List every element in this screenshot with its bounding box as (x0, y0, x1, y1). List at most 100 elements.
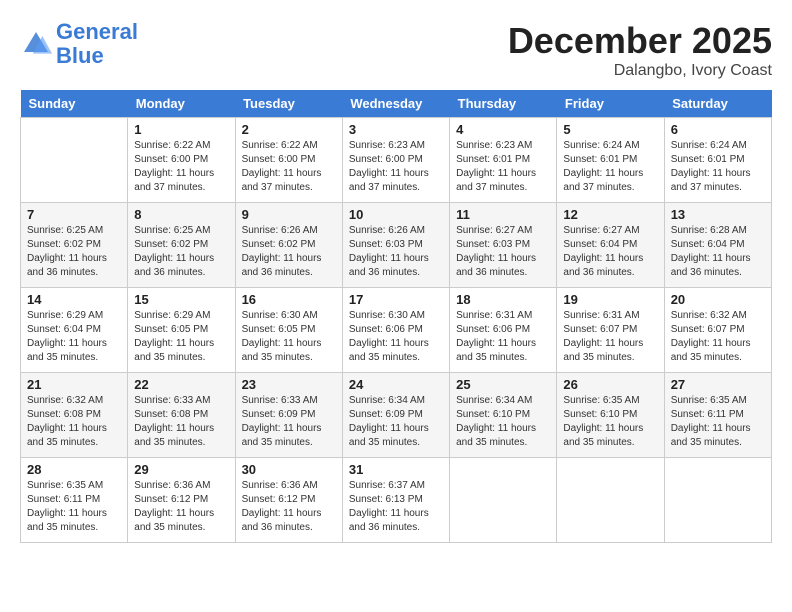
day-number: 6 (671, 122, 765, 137)
day-cell: 26 Sunrise: 6:35 AMSunset: 6:10 PMDayligh… (557, 373, 664, 458)
day-info: Sunrise: 6:34 AMSunset: 6:10 PMDaylight:… (456, 394, 550, 450)
day-info: Sunrise: 6:26 AMSunset: 6:03 PMDaylight:… (349, 224, 443, 280)
day-number: 28 (27, 462, 121, 477)
day-info: Sunrise: 6:28 AMSunset: 6:04 PMDaylight:… (671, 224, 765, 280)
weekday-header-thursday: Thursday (450, 90, 557, 118)
day-cell (664, 458, 771, 543)
day-number: 9 (242, 207, 336, 222)
day-cell: 5 Sunrise: 6:24 AMSunset: 6:01 PMDaylight… (557, 118, 664, 203)
day-number: 29 (134, 462, 228, 477)
day-number: 4 (456, 122, 550, 137)
day-info: Sunrise: 6:24 AMSunset: 6:01 PMDaylight:… (563, 139, 657, 195)
day-cell (21, 118, 128, 203)
day-cell: 29 Sunrise: 6:36 AMSunset: 6:12 PMDayligh… (128, 458, 235, 543)
day-cell: 1 Sunrise: 6:22 AMSunset: 6:00 PMDaylight… (128, 118, 235, 203)
day-number: 20 (671, 292, 765, 307)
day-cell: 6 Sunrise: 6:24 AMSunset: 6:01 PMDaylight… (664, 118, 771, 203)
day-info: Sunrise: 6:23 AMSunset: 6:00 PMDaylight:… (349, 139, 443, 195)
day-cell: 22 Sunrise: 6:33 AMSunset: 6:08 PMDayligh… (128, 373, 235, 458)
day-number: 27 (671, 377, 765, 392)
day-number: 26 (563, 377, 657, 392)
day-number: 21 (27, 377, 121, 392)
day-info: Sunrise: 6:31 AMSunset: 6:07 PMDaylight:… (563, 309, 657, 365)
day-cell: 24 Sunrise: 6:34 AMSunset: 6:09 PMDayligh… (342, 373, 449, 458)
day-number: 19 (563, 292, 657, 307)
day-cell: 23 Sunrise: 6:33 AMSunset: 6:09 PMDayligh… (235, 373, 342, 458)
day-info: Sunrise: 6:35 AMSunset: 6:10 PMDaylight:… (563, 394, 657, 450)
day-number: 30 (242, 462, 336, 477)
day-number: 8 (134, 207, 228, 222)
day-cell (557, 458, 664, 543)
weekday-header-sunday: Sunday (21, 90, 128, 118)
day-cell: 2Sunrise: 6:22 AMSunset: 6:00 PMDaylight… (235, 118, 342, 203)
day-number: 10 (349, 207, 443, 222)
day-info: Sunrise: 6:22 AMSunset: 6:00 PMDaylight:… (242, 139, 336, 195)
page-header: General Blue December 2025 Dalangbo, Ivo… (20, 20, 772, 80)
day-number: 1 (134, 122, 228, 137)
day-info: Sunrise: 6:33 AMSunset: 6:08 PMDaylight:… (134, 394, 228, 450)
weekday-header-monday: Monday (128, 90, 235, 118)
day-number: 11 (456, 207, 550, 222)
day-number: 16 (242, 292, 336, 307)
day-cell: 8 Sunrise: 6:25 AMSunset: 6:02 PMDaylight… (128, 203, 235, 288)
day-cell: 3 Sunrise: 6:23 AMSunset: 6:00 PMDaylight… (342, 118, 449, 203)
weekday-header-tuesday: Tuesday (235, 90, 342, 118)
day-number: 12 (563, 207, 657, 222)
week-row-3: 14Sunrise: 6:29 AMSunset: 6:04 PMDayligh… (21, 288, 772, 373)
day-info: Sunrise: 6:24 AMSunset: 6:01 PMDaylight:… (671, 139, 765, 195)
day-cell: 19 Sunrise: 6:31 AMSunset: 6:07 PMDayligh… (557, 288, 664, 373)
day-number: 23 (242, 377, 336, 392)
day-cell: 25 Sunrise: 6:34 AMSunset: 6:10 PMDayligh… (450, 373, 557, 458)
day-cell: 12Sunrise: 6:27 AMSunset: 6:04 PMDayligh… (557, 203, 664, 288)
day-cell (450, 458, 557, 543)
day-number: 15 (134, 292, 228, 307)
location-subtitle: Dalangbo, Ivory Coast (508, 62, 772, 80)
week-row-4: 21 Sunrise: 6:32 AMSunset: 6:08 PMDayligh… (21, 373, 772, 458)
day-number: 25 (456, 377, 550, 392)
day-info: Sunrise: 6:26 AMSunset: 6:02 PMDaylight:… (242, 224, 336, 280)
weekday-header-row: SundayMondayTuesdayWednesdayThursdayFrid… (21, 90, 772, 118)
day-cell: 30 Sunrise: 6:36 AMSunset: 6:12 PMDayligh… (235, 458, 342, 543)
day-cell: 21 Sunrise: 6:32 AMSunset: 6:08 PMDayligh… (21, 373, 128, 458)
day-number: 7 (27, 207, 121, 222)
day-number: 24 (349, 377, 443, 392)
logo: General Blue (20, 20, 138, 68)
day-cell: 9 Sunrise: 6:26 AMSunset: 6:02 PMDaylight… (235, 203, 342, 288)
day-info: Sunrise: 6:30 AMSunset: 6:05 PMDaylight:… (242, 309, 336, 365)
day-number: 5 (563, 122, 657, 137)
day-info: Sunrise: 6:35 AMSunset: 6:11 PMDaylight:… (27, 479, 121, 535)
day-cell: 16 Sunrise: 6:30 AMSunset: 6:05 PMDayligh… (235, 288, 342, 373)
day-number: 31 (349, 462, 443, 477)
weekday-header-saturday: Saturday (664, 90, 771, 118)
day-info: Sunrise: 6:35 AMSunset: 6:11 PMDaylight:… (671, 394, 765, 450)
week-row-1: 1 Sunrise: 6:22 AMSunset: 6:00 PMDaylight… (21, 118, 772, 203)
day-cell: 14Sunrise: 6:29 AMSunset: 6:04 PMDayligh… (21, 288, 128, 373)
logo-text: General Blue (56, 20, 138, 68)
day-info: Sunrise: 6:33 AMSunset: 6:09 PMDaylight:… (242, 394, 336, 450)
day-info: Sunrise: 6:29 AMSunset: 6:05 PMDaylight:… (134, 309, 228, 365)
day-info: Sunrise: 6:36 AMSunset: 6:12 PMDaylight:… (134, 479, 228, 535)
day-info: Sunrise: 6:25 AMSunset: 6:02 PMDaylight:… (134, 224, 228, 280)
day-cell: 18Sunrise: 6:31 AMSunset: 6:06 PMDayligh… (450, 288, 557, 373)
title-block: December 2025 Dalangbo, Ivory Coast (508, 20, 772, 80)
day-info: Sunrise: 6:32 AMSunset: 6:08 PMDaylight:… (27, 394, 121, 450)
day-info: Sunrise: 6:34 AMSunset: 6:09 PMDaylight:… (349, 394, 443, 450)
day-number: 3 (349, 122, 443, 137)
day-info: Sunrise: 6:25 AMSunset: 6:02 PMDaylight:… (27, 224, 121, 280)
day-info: Sunrise: 6:27 AMSunset: 6:03 PMDaylight:… (456, 224, 550, 280)
weekday-header-friday: Friday (557, 90, 664, 118)
day-info: Sunrise: 6:31 AMSunset: 6:06 PMDaylight:… (456, 309, 550, 365)
day-cell: 15 Sunrise: 6:29 AMSunset: 6:05 PMDayligh… (128, 288, 235, 373)
day-cell: 31 Sunrise: 6:37 AMSunset: 6:13 PMDayligh… (342, 458, 449, 543)
day-info: Sunrise: 6:37 AMSunset: 6:13 PMDaylight:… (349, 479, 443, 535)
day-info: Sunrise: 6:22 AMSunset: 6:00 PMDaylight:… (134, 139, 228, 195)
day-info: Sunrise: 6:36 AMSunset: 6:12 PMDaylight:… (242, 479, 336, 535)
day-cell: 4Sunrise: 6:23 AMSunset: 6:01 PMDaylight… (450, 118, 557, 203)
logo-icon (20, 28, 52, 60)
day-info: Sunrise: 6:32 AMSunset: 6:07 PMDaylight:… (671, 309, 765, 365)
day-number: 22 (134, 377, 228, 392)
day-cell: 10 Sunrise: 6:26 AMSunset: 6:03 PMDayligh… (342, 203, 449, 288)
week-row-5: 28 Sunrise: 6:35 AMSunset: 6:11 PMDayligh… (21, 458, 772, 543)
day-info: Sunrise: 6:30 AMSunset: 6:06 PMDaylight:… (349, 309, 443, 365)
day-number: 17 (349, 292, 443, 307)
